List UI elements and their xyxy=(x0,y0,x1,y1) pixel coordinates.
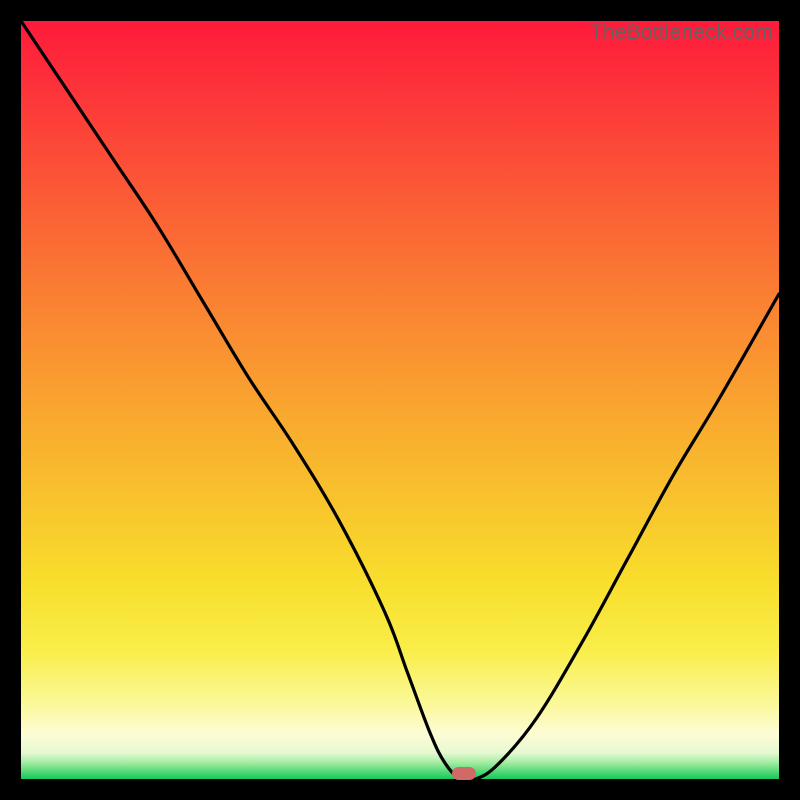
optimal-point-marker xyxy=(452,767,476,780)
plot-area: TheBottleneck.com xyxy=(21,21,779,779)
curve-path xyxy=(21,21,779,779)
bottleneck-curve xyxy=(21,21,779,779)
